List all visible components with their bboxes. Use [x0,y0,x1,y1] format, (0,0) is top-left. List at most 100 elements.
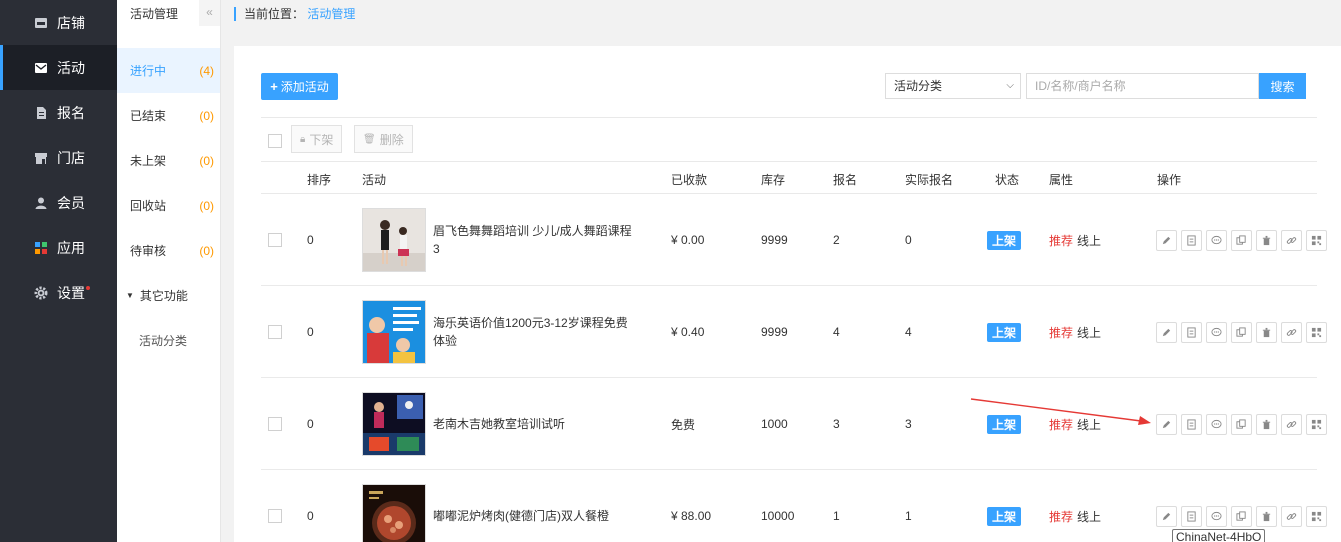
copy-button[interactable] [1231,505,1252,527]
qrcode-button[interactable] [1306,229,1327,251]
activity-thumbnail[interactable] [362,208,426,272]
activity-thumbnail[interactable] [362,484,426,542]
link-button[interactable] [1281,413,1302,435]
search-input[interactable] [1026,73,1259,99]
header-received: 已收款 [671,173,708,187]
list-button[interactable] [1181,321,1202,343]
link-icon [1286,328,1297,336]
nav-item-signup[interactable]: 报名 [0,90,117,135]
main-sidebar: 店铺 活动 报名 门店 会员 应用 设置 [0,0,117,542]
row-checkbox[interactable] [268,509,282,523]
nav-item-settings[interactable]: 设置 [0,270,117,315]
envelope-icon [34,61,48,75]
status-badge[interactable]: 上架 [987,322,1022,342]
comment-button[interactable] [1206,321,1227,343]
row-signup: 1 [833,509,840,523]
list-button[interactable] [1181,229,1202,251]
status-badge[interactable]: 上架 [987,506,1022,526]
link-button[interactable] [1281,321,1302,343]
qrcode-button[interactable] [1306,321,1327,343]
collapse-sidebar-button[interactable]: « [199,0,220,26]
subnav-item-ended[interactable]: 已结束 (0) [117,93,220,138]
qrcode-icon [1311,511,1322,521]
row-signup: 2 [833,233,840,247]
comment-button[interactable] [1206,413,1227,435]
qrcode-button[interactable] [1306,413,1327,435]
copy-button[interactable] [1231,321,1252,343]
subnav-item-ongoing[interactable]: 进行中 (4) [117,48,220,93]
subnav-item-count: (4) [199,63,214,78]
trash-button[interactable] [1256,505,1277,527]
status-badge[interactable]: 上架 [987,230,1022,250]
row-checkbox[interactable] [268,325,282,339]
trash-button[interactable] [1256,413,1277,435]
subnav-item-recycle[interactable]: 回收站 (0) [117,183,220,228]
add-activity-label: 添加活动 [280,80,329,94]
edit-button[interactable] [1156,321,1177,343]
row-actual-signup: 1 [905,509,912,523]
comment-button[interactable] [1206,505,1227,527]
nav-item-member[interactable]: 会员 [0,180,117,225]
activity-title[interactable]: 海乐英语价值1200元3-12岁课程免费体验 [433,314,633,350]
trash-button[interactable] [1256,229,1277,251]
off-shelf-button[interactable]: 🔒︎ 下架 [291,125,343,153]
row-checkbox[interactable] [268,233,282,247]
nav-item-store[interactable]: 店铺 [0,0,117,45]
edit-icon [1162,236,1171,244]
table-row: 0 嘟嘟泥炉烤肉(健德门店)双人餐橙 ¥ 88.00 10000 1 1 上架 推荐 线上 [261,470,1327,542]
nav-item-label: 店铺 [57,14,85,31]
subnav-item-label: 待审核 [130,244,167,258]
subnav-title-bar: 活动管理 « [117,0,220,28]
lock-icon: 🔒︎ [300,133,306,145]
select-all-checkbox[interactable] [268,134,282,148]
bulk-delete-button[interactable]: 🗑︎ 删除 [354,125,413,153]
row-checkbox[interactable] [268,417,282,431]
list-button[interactable] [1181,413,1202,435]
table-row: 0 海乐英语价值1200元3-12岁课程免费体验 ¥ 0.40 9999 4 4 上架 推荐线… [261,286,1327,378]
nav-item-label: 会员 [57,194,85,211]
secondary-sidebar: 活动管理 « 进行中 (4) 已结束 (0) 未上架 (0) 回收站 (0) 待… [117,0,221,542]
activity-thumbnail[interactable] [362,392,426,456]
list-button[interactable] [1181,505,1202,527]
link-button[interactable] [1281,229,1302,251]
link-button[interactable] [1281,505,1302,527]
category-select[interactable]: 活动分类 ⌵ [885,73,1021,99]
nav-item-shop[interactable]: 门店 [0,135,117,180]
qrcode-icon [1311,327,1322,337]
nav-item-label: 应用 [57,239,85,256]
edit-button[interactable] [1156,229,1177,251]
status-badge[interactable]: 上架 [987,414,1022,434]
row-sort: 0 [307,233,314,247]
recommend-tag: 推荐 [1049,325,1074,340]
activity-title[interactable]: 嘟嘟泥炉烤肉(健德门店)双人餐橙 [433,507,633,525]
divider [261,161,1317,162]
link-icon [1286,512,1297,520]
header-sort[interactable]: 排序 [307,171,331,188]
copy-button[interactable] [1231,229,1252,251]
breadcrumb: 当前位置： 活动管理 [234,7,355,21]
row-received: ¥ 0.40 [671,325,705,339]
activity-title[interactable]: 老南木吉她教室培训试听 [433,415,633,433]
row-operations [1156,413,1327,435]
subnav-item-label: 回收站 [130,199,167,213]
subnav-item-pending[interactable]: 待审核 (0) [117,228,220,273]
copy-button[interactable] [1231,413,1252,435]
trash-button[interactable] [1256,321,1277,343]
trash-icon: 🗑︎ [363,133,376,145]
qrcode-button[interactable] [1306,505,1327,527]
row-received: ¥ 0.00 [671,233,705,247]
nav-item-activity[interactable]: 活动 [0,45,117,90]
edit-button[interactable] [1156,505,1177,527]
row-actual-signup: 3 [905,417,912,431]
activity-thumbnail[interactable] [362,300,426,364]
edit-button[interactable] [1156,413,1177,435]
search-button[interactable]: 搜索 [1259,73,1306,99]
subnav-group-other[interactable]: ▼ 其它功能 [117,273,220,318]
breadcrumb-current[interactable]: 活动管理 [307,7,355,21]
add-activity-button[interactable]: + 添加活动 [261,73,338,100]
subnav-item-category[interactable]: 活动分类 [117,318,220,363]
subnav-item-not-listed[interactable]: 未上架 (0) [117,138,220,183]
activity-title[interactable]: 眉飞色舞舞蹈培训 少儿/成人舞蹈课程3 [433,222,633,258]
comment-button[interactable] [1206,229,1227,251]
nav-item-apps[interactable]: 应用 [0,225,117,270]
